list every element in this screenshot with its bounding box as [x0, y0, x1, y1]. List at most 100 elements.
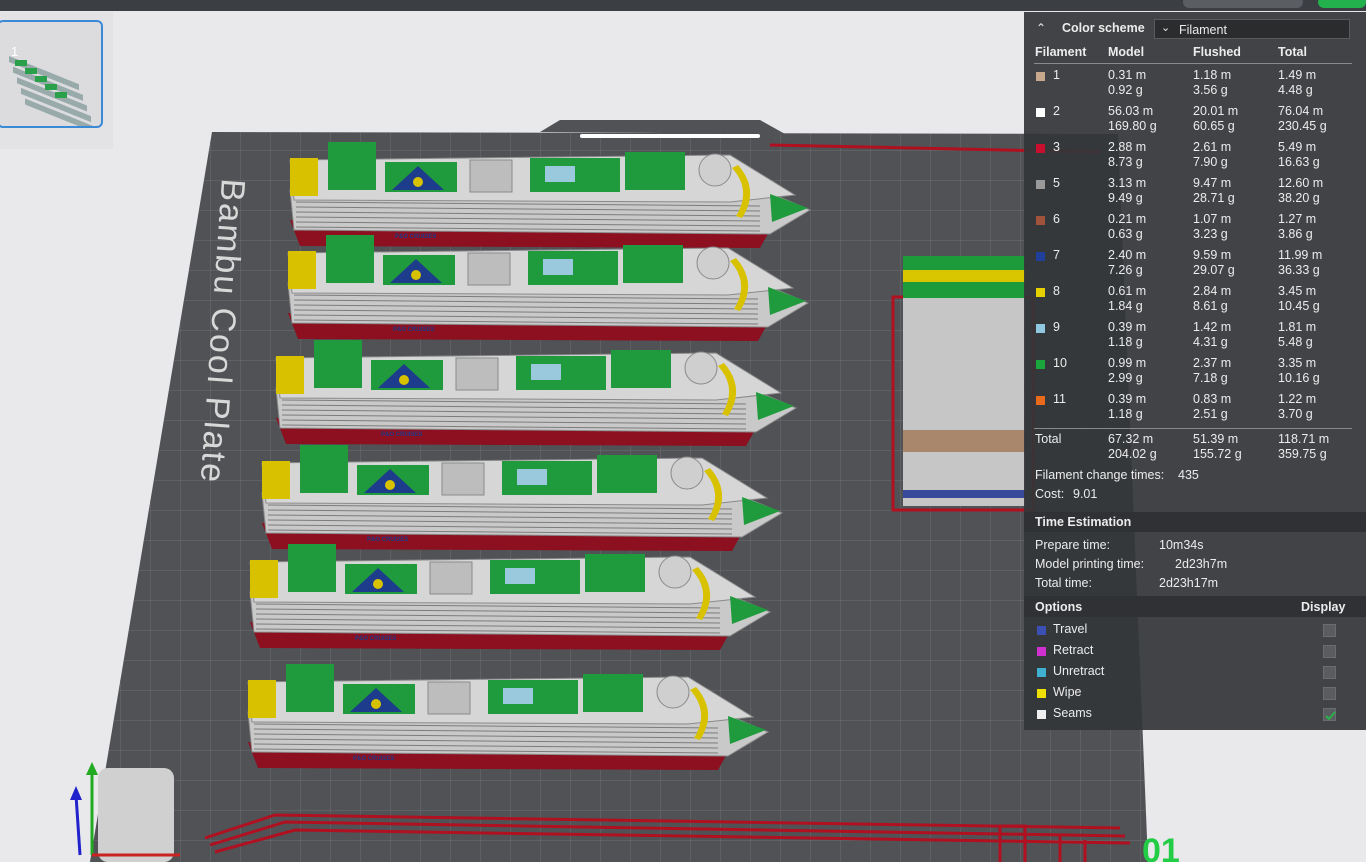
plate-thumbnail[interactable]: 1: [0, 20, 103, 133]
ship-model[interactable]: P&O CRUISES: [247, 664, 770, 770]
total-weight: 4.48 g: [1278, 83, 1313, 97]
flushed-length: 20.01 m: [1193, 104, 1239, 118]
flushed-weight: 7.18 g: [1193, 371, 1228, 385]
slice-button[interactable]: [1318, 0, 1366, 8]
col-model-header: Model: [1108, 45, 1145, 59]
total-divider: [1034, 428, 1352, 429]
cost-value: 9.01: [1073, 487, 1098, 501]
filament-color-swatch: [1036, 360, 1045, 369]
col-total-header: Total: [1278, 45, 1307, 59]
flushed-length: 9.47 m: [1193, 176, 1232, 190]
flushed-weight: 3.23 g: [1193, 227, 1228, 241]
model-length: 0.99 m: [1108, 356, 1147, 370]
flushed-length: 2.61 m: [1193, 140, 1232, 154]
total-weight: 3.70 g: [1278, 407, 1313, 421]
model-length: 0.39 m: [1108, 320, 1147, 334]
option-display-checkbox[interactable]: [1323, 645, 1336, 658]
filament-change-times-label: Filament change times:: [1035, 468, 1165, 482]
filament-color-swatch: [1036, 72, 1045, 81]
time-estimation-title: Time Estimation: [1035, 515, 1132, 529]
ship-hull-text: P&O CRUISES: [393, 327, 434, 333]
model-weight: 0.63 g: [1108, 227, 1143, 241]
ship-hull-text: P&O CRUISES: [381, 432, 422, 438]
toolbar-tab[interactable]: [1183, 0, 1303, 8]
filament-change-times-value: 435: [1178, 468, 1199, 482]
skirt-lines: [204, 143, 1131, 862]
plate-number: 1: [11, 44, 19, 59]
filament-color-swatch: [1036, 180, 1045, 189]
total-model-m: 67.32 m: [1108, 432, 1154, 446]
ship-model[interactable]: P&O CRUISES: [261, 445, 784, 551]
ship-model[interactable]: P&O CRUISES: [289, 142, 812, 248]
total-length: 1.27 m: [1278, 212, 1317, 226]
filament-color-swatch: [1036, 144, 1045, 153]
total-length: 12.60 m: [1278, 176, 1324, 190]
total-length: 76.04 m: [1278, 104, 1324, 118]
options-title: Options: [1035, 600, 1083, 614]
filament-color-swatch: [1036, 252, 1045, 261]
collapse-chevron-icon[interactable]: ⌃: [1036, 21, 1046, 35]
option-display-checkbox[interactable]: [1323, 666, 1336, 679]
model-length: 56.03 m: [1108, 104, 1154, 118]
total-time-value: 2d23h17m: [1159, 576, 1219, 590]
ship-model[interactable]: P&O CRUISES: [287, 235, 810, 341]
option-display-checkbox[interactable]: [1323, 708, 1336, 721]
model-length: 3.13 m: [1108, 176, 1147, 190]
chevron-down-icon: ⌄: [1161, 22, 1171, 34]
total-weight: 16.63 g: [1278, 155, 1320, 169]
option-color-swatch: [1037, 710, 1046, 719]
flushed-length: 1.42 m: [1193, 320, 1232, 334]
filament-id: 6: [1053, 212, 1060, 226]
display-title: Display: [1301, 600, 1346, 614]
total-weight: 3.86 g: [1278, 227, 1313, 241]
option-label: Travel: [1053, 622, 1088, 636]
col-filament-header: Filament: [1035, 45, 1087, 59]
filament-id: 8: [1053, 284, 1060, 298]
flushed-length: 1.07 m: [1193, 212, 1232, 226]
model-length: 2.88 m: [1108, 140, 1147, 154]
model-length: 0.39 m: [1108, 392, 1147, 406]
model-weight: 1.18 g: [1108, 335, 1143, 349]
filament-id: 1: [1053, 68, 1060, 82]
flushed-weight: 3.56 g: [1193, 83, 1228, 97]
flushed-weight: 28.71 g: [1193, 191, 1235, 205]
color-scheme-value: Filament: [1179, 23, 1227, 37]
wipe-tower[interactable]: [891, 256, 1035, 512]
color-scheme-dropdown[interactable]: ⌄ Filament: [1154, 19, 1350, 39]
flushed-weight: 8.61 g: [1193, 299, 1228, 313]
ship-hull-text: P&O CRUISES: [367, 537, 408, 543]
total-weight: 5.48 g: [1278, 335, 1313, 349]
option-display-checkbox[interactable]: [1323, 624, 1336, 637]
total-flushed-m: 51.39 m: [1193, 432, 1239, 446]
option-color-swatch: [1037, 668, 1046, 677]
model-weight: 1.18 g: [1108, 407, 1143, 421]
total-length: 11.99 m: [1278, 248, 1323, 262]
model-weight: 1.84 g: [1108, 299, 1143, 313]
gcode-legend-panel: ⌃ Color scheme ⌄ Filament Filament Model…: [1024, 12, 1366, 730]
prepare-time-label: Prepare time:: [1035, 538, 1111, 552]
header-divider: [1034, 63, 1352, 64]
flushed-length: 1.18 m: [1193, 68, 1232, 82]
option-color-swatch: [1037, 626, 1046, 635]
option-label: Seams: [1053, 706, 1092, 720]
filament-id: 9: [1053, 320, 1060, 334]
total-length: 1.49 m: [1278, 68, 1317, 82]
ship-model[interactable]: P&O CRUISES: [275, 340, 798, 446]
option-label: Unretract: [1053, 664, 1105, 678]
ship-hull-text: P&O CRUISES: [353, 756, 394, 762]
flushed-weight: 60.65 g: [1193, 119, 1235, 133]
total-total-m: 118.71 m: [1278, 432, 1330, 446]
model-weight: 0.92 g: [1108, 83, 1143, 97]
total-length: 1.22 m: [1278, 392, 1317, 406]
ship-hull-text: P&O CRUISES: [355, 636, 396, 642]
total-weight: 36.33 g: [1278, 263, 1320, 277]
flushed-weight: 29.07 g: [1193, 263, 1235, 277]
model-weight: 8.73 g: [1108, 155, 1143, 169]
option-display-checkbox[interactable]: [1323, 687, 1336, 700]
color-scheme-label: Color scheme: [1062, 21, 1145, 35]
ship-model[interactable]: P&O CRUISES: [249, 544, 772, 650]
options-header: Options Display: [1024, 596, 1366, 617]
total-length: 3.45 m: [1278, 284, 1317, 298]
filament-color-swatch: [1036, 108, 1045, 117]
flushed-length: 0.83 m: [1193, 392, 1232, 406]
